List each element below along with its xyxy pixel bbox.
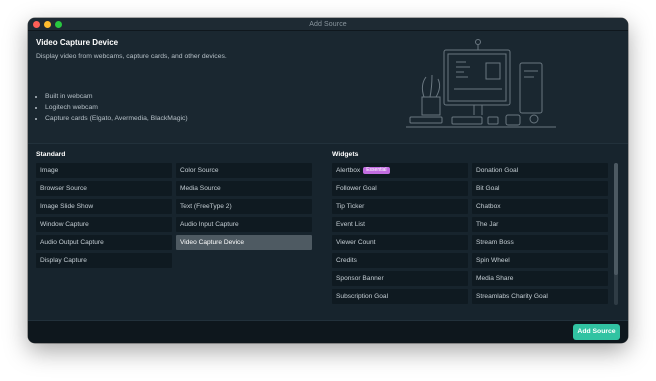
widget-item-spin-wheel[interactable]: Spin Wheel <box>472 253 608 268</box>
feature-item: Built in webcam <box>45 91 188 102</box>
source-item-window-capture[interactable]: Window Capture <box>36 217 172 232</box>
essential-badge: Essential <box>363 167 390 174</box>
source-title: Video Capture Device <box>36 38 119 47</box>
widget-item-streamlabs-charity-goal[interactable]: Streamlabs Charity Goal <box>472 289 608 304</box>
source-item-audio-input-capture[interactable]: Audio Input Capture <box>176 217 312 232</box>
close-dot-icon[interactable] <box>33 21 40 28</box>
source-item-image-slide-show[interactable]: Image Slide Show <box>36 199 172 214</box>
title-bar: Add Source <box>28 18 628 31</box>
feature-item: Capture cards (Elgato, Avermedia, BlackM… <box>45 113 188 124</box>
widget-item-media-share[interactable]: Media Share <box>472 271 608 286</box>
source-item-media-source[interactable]: Media Source <box>176 181 312 196</box>
window-controls <box>33 21 62 28</box>
window-title: Add Source <box>309 20 347 28</box>
widget-item-follower-goal[interactable]: Follower Goal <box>332 181 468 196</box>
source-feature-list: Built in webcam Logitech webcam Capture … <box>36 91 188 124</box>
source-item-video-capture-device[interactable]: Video Capture Device <box>176 235 312 250</box>
desk-setup-illustration <box>406 39 556 128</box>
source-item-text-freetype[interactable]: Text (FreeType 2) <box>176 199 312 214</box>
source-description: Display video from webcams, capture card… <box>36 53 227 60</box>
feature-item: Logitech webcam <box>45 102 188 113</box>
scrollbar-thumb[interactable] <box>614 163 618 275</box>
add-source-window: Add Source Video Capture Device Display … <box>28 18 628 343</box>
source-item-display-capture[interactable]: Display Capture <box>36 253 172 268</box>
widgets-scrollbar[interactable] <box>614 163 618 305</box>
source-item-color-source[interactable]: Color Source <box>176 163 312 178</box>
widget-item-sponsor-banner[interactable]: Sponsor Banner <box>332 271 468 286</box>
widget-item-viewer-count[interactable]: Viewer Count <box>332 235 468 250</box>
widget-item-alertbox[interactable]: Alertbox Essential <box>332 163 468 178</box>
widget-item-donation-goal[interactable]: Donation Goal <box>472 163 608 178</box>
widget-item-bit-goal[interactable]: Bit Goal <box>472 181 608 196</box>
source-item-browser-source[interactable]: Browser Source <box>36 181 172 196</box>
source-item-image[interactable]: Image <box>36 163 172 178</box>
widget-label: Alertbox <box>336 167 361 174</box>
widgets-section-label: Widgets <box>332 151 359 158</box>
widget-item-stream-boss[interactable]: Stream Boss <box>472 235 608 250</box>
standard-section-label: Standard <box>36 151 66 158</box>
widget-item-subscription-goal[interactable]: Subscription Goal <box>332 289 468 304</box>
source-item-audio-output-capture[interactable]: Audio Output Capture <box>36 235 172 250</box>
widget-item-chatbox[interactable]: Chatbox <box>472 199 608 214</box>
widget-item-tip-ticker[interactable]: Tip Ticker <box>332 199 468 214</box>
footer-bar: Add Source <box>28 320 628 343</box>
add-source-button[interactable]: Add Source <box>573 324 620 340</box>
source-description-panel: Video Capture Device Display video from … <box>28 31 628 144</box>
widget-item-event-list[interactable]: Event List <box>332 217 468 232</box>
widget-item-the-jar[interactable]: The Jar <box>472 217 608 232</box>
zoom-dot-icon[interactable] <box>55 21 62 28</box>
minimize-dot-icon[interactable] <box>44 21 51 28</box>
widget-item-credits[interactable]: Credits <box>332 253 468 268</box>
